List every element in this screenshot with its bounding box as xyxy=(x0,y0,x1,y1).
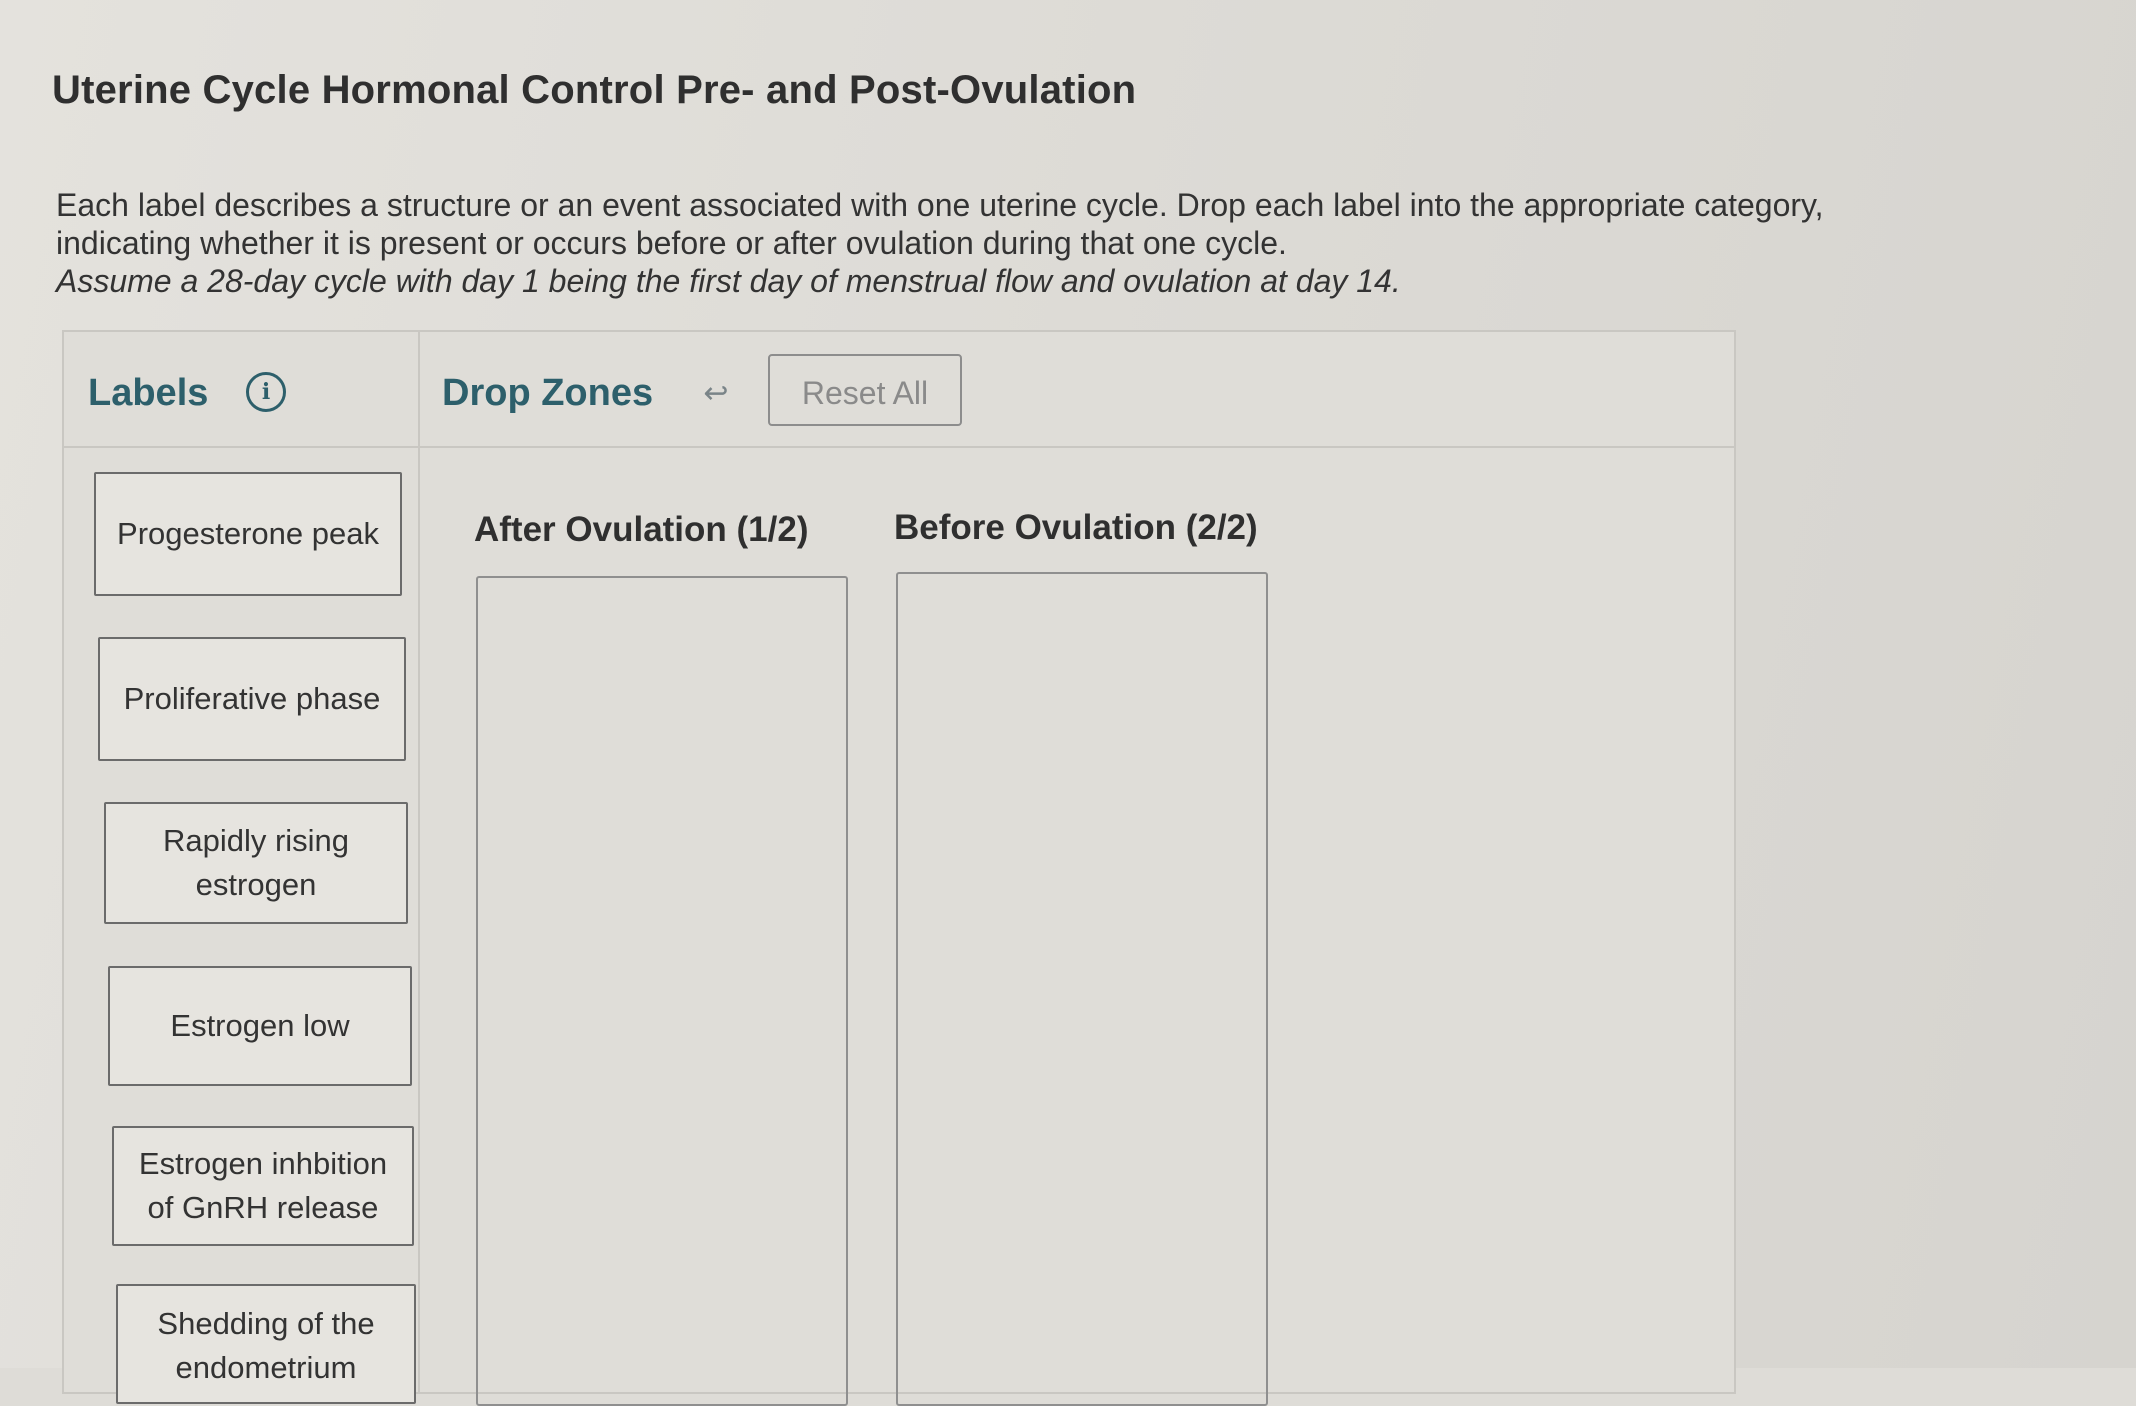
instructions-line-1: Each label describes a structure or an e… xyxy=(56,187,1824,223)
column-divider xyxy=(418,332,420,1392)
page-title: Uterine Cycle Hormonal Control Pre- and … xyxy=(52,68,1137,112)
instructions-line-3: Assume a 28-day cycle with day 1 being t… xyxy=(56,263,1401,299)
label-card[interactable]: Proliferative phase xyxy=(98,637,406,761)
info-icon[interactable]: i xyxy=(246,372,286,412)
drop-zones-heading: Drop Zones xyxy=(442,372,654,414)
undo-icon[interactable]: ↩ xyxy=(696,374,736,414)
zone-title-before-ovulation: Before Ovulation (2/2) xyxy=(894,508,1258,547)
label-card[interactable]: Estrogen low xyxy=(108,966,412,1086)
labeling-panel: Labels i Drop Zones ↩ Reset All Progeste… xyxy=(62,330,1736,1406)
drop-zone-after-ovulation[interactable] xyxy=(476,576,848,1406)
labels-heading: Labels xyxy=(88,372,209,414)
label-card[interactable]: Shedding of the endometrium xyxy=(116,1284,416,1404)
label-card[interactable]: Progesterone peak xyxy=(94,472,402,596)
reset-all-button[interactable]: Reset All xyxy=(768,354,962,426)
drop-zone-before-ovulation[interactable] xyxy=(896,572,1268,1406)
page: Uterine Cycle Hormonal Control Pre- and … xyxy=(0,0,2136,1406)
label-card[interactable]: Rapidly rising estrogen xyxy=(104,802,408,924)
instructions: Each label describes a structure or an e… xyxy=(56,186,1956,300)
instructions-line-2: indicating whether it is present or occu… xyxy=(56,225,1287,261)
label-card[interactable]: Estrogen inhbition of GnRH release xyxy=(112,1126,414,1246)
zone-title-after-ovulation: After Ovulation (1/2) xyxy=(474,510,809,549)
